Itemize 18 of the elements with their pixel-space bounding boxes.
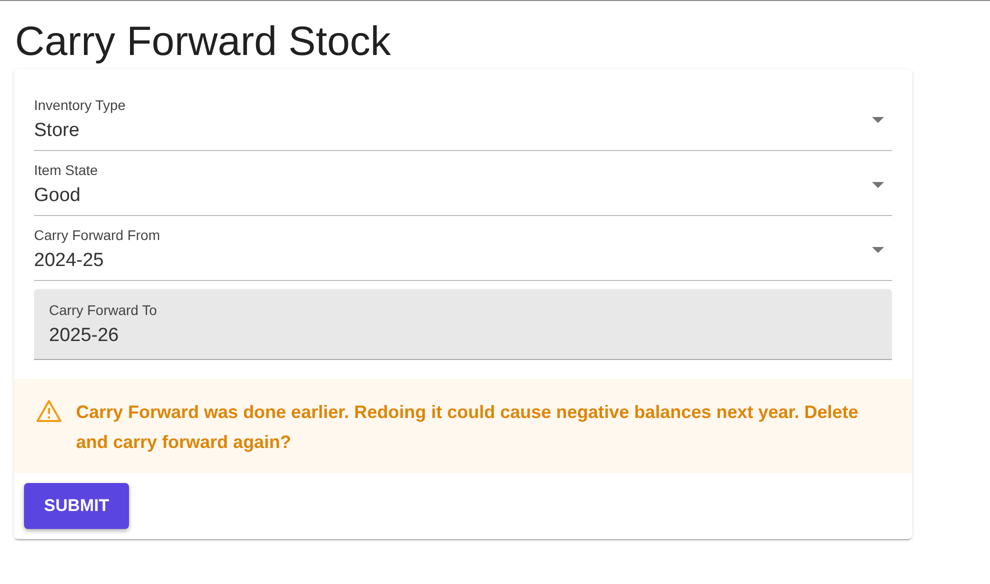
- submit-button[interactable]: SUBMIT: [24, 483, 130, 529]
- select-field[interactable]: Inventory Type Store: [34, 89, 892, 151]
- field-value: 2025-26: [49, 324, 120, 348]
- field-value: 2024-25: [34, 249, 105, 273]
- field-value: Store: [34, 119, 80, 143]
- caret-icon: [872, 117, 884, 123]
- field-value: Good: [34, 184, 82, 208]
- caret-icon: [872, 247, 884, 253]
- warning-message: Carry Forward was done earlier. Redoing it could cause negative balances next year. Delete and carry forward again?: [76, 401, 860, 454]
- field-label: Carry Forward To: [49, 301, 158, 319]
- caret-icon: [872, 182, 884, 188]
- select-field[interactable]: Carry Forward From 2024-25: [34, 218, 892, 281]
- field-label: Carry Forward From: [34, 226, 162, 244]
- page-title: Carry Forward Stock: [14, 17, 392, 66]
- warning-icon: [36, 399, 62, 423]
- field-label: Inventory Type: [34, 96, 127, 114]
- select-field[interactable]: Item State Good: [34, 153, 892, 216]
- field-label: Item State: [34, 161, 99, 179]
